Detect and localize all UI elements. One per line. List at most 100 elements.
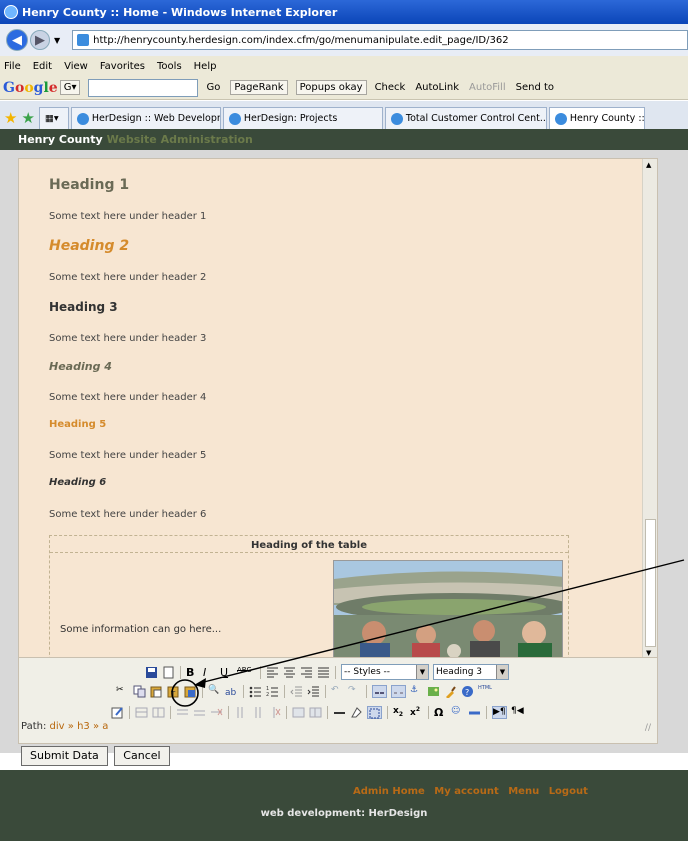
footer-link-menu[interactable]: Menu	[508, 786, 539, 797]
history-dropdown-icon[interactable]: ▼	[54, 36, 60, 45]
tab-herdesign-projects[interactable]: HerDesign: Projects	[222, 107, 383, 129]
footer-link-admin-home[interactable]: Admin Home	[353, 786, 425, 797]
paste-icon[interactable]	[150, 685, 163, 698]
back-button[interactable]: ◀	[6, 29, 28, 51]
google-menu-button[interactable]: G▾	[59, 80, 81, 95]
ltr-icon[interactable]: ▶¶	[492, 706, 507, 719]
content-table[interactable]: Heading of the table Some information ca…	[49, 535, 569, 657]
menu-file[interactable]: File	[4, 61, 21, 72]
paste-text-icon[interactable]: T	[167, 685, 180, 698]
address-bar[interactable]: http://henrycounty.herdesign.com/index.c…	[72, 30, 688, 50]
horizontal-rule-icon[interactable]	[333, 706, 346, 719]
italic-icon[interactable]: I	[203, 666, 216, 679]
redo-icon[interactable]: ↷	[348, 685, 361, 698]
insert-col-after-icon[interactable]	[251, 706, 264, 719]
heading-2[interactable]: Heading 2	[49, 238, 129, 254]
table-row-props-icon[interactable]	[135, 706, 148, 719]
rich-text-editor[interactable]: Heading 1 Some text here under header 1 …	[18, 158, 658, 658]
unlink-icon[interactable]	[391, 685, 406, 698]
menu-favorites[interactable]: Favorites	[100, 61, 145, 72]
save-icon[interactable]	[145, 666, 158, 679]
anchor-icon[interactable]: ⚓	[410, 685, 423, 698]
insert-hr-icon[interactable]	[468, 706, 481, 719]
outdent-icon[interactable]	[290, 685, 303, 698]
find-icon[interactable]: 🔍	[208, 685, 221, 698]
insert-col-before-icon[interactable]	[234, 706, 247, 719]
indent-icon[interactable]	[307, 685, 320, 698]
superscript-icon[interactable]: x2	[410, 706, 423, 719]
rtl-icon[interactable]: ¶◀	[511, 706, 524, 719]
align-justify-icon[interactable]	[317, 666, 330, 679]
cancel-button[interactable]: Cancel	[114, 746, 170, 766]
footer-link-logout[interactable]: Logout	[549, 786, 588, 797]
new-document-icon[interactable]	[162, 666, 175, 679]
undo-icon[interactable]: ↶	[331, 685, 344, 698]
check-button[interactable]: Check	[375, 82, 406, 93]
strikethrough-icon[interactable]: ABC	[237, 666, 255, 679]
heading-4[interactable]: Heading 4	[49, 360, 112, 373]
paragraph-4[interactable]: Some text here under header 4	[49, 392, 206, 403]
menu-edit[interactable]: Edit	[33, 61, 52, 72]
align-center-icon[interactable]	[283, 666, 296, 679]
menu-help[interactable]: Help	[194, 61, 217, 72]
path-item-h3[interactable]: h3	[77, 721, 90, 732]
split-cells-icon[interactable]	[292, 706, 305, 719]
paragraph-3[interactable]: Some text here under header 3	[49, 333, 206, 344]
tab-herdesign-web[interactable]: HerDesign :: Web Developm...	[70, 107, 221, 129]
remove-format-icon[interactable]	[350, 706, 363, 719]
scroll-up-icon[interactable]: ▲	[646, 161, 651, 169]
paragraph-5[interactable]: Some text here under header 5	[49, 450, 206, 461]
bold-icon[interactable]: B	[186, 666, 199, 679]
google-go-button[interactable]: Go	[206, 82, 220, 93]
paragraph-1[interactable]: Some text here under header 1	[49, 211, 206, 222]
help-icon[interactable]: ?	[461, 685, 474, 698]
scrollbar-thumb[interactable]	[645, 519, 656, 647]
edit-css-icon[interactable]	[111, 706, 124, 719]
heading-5[interactable]: Heading 5	[49, 419, 106, 430]
delete-col-icon[interactable]	[268, 706, 281, 719]
styles-select[interactable]: -- Styles -- ▼	[341, 664, 429, 680]
racetrack-photo[interactable]	[333, 560, 563, 657]
bullet-list-icon[interactable]	[249, 685, 262, 698]
align-right-icon[interactable]	[300, 666, 313, 679]
add-favorites-icon[interactable]: ★	[21, 107, 34, 129]
delete-row-icon[interactable]	[210, 706, 223, 719]
heading-3[interactable]: Heading 3	[49, 300, 118, 314]
pagerank-button[interactable]: PageRank	[230, 80, 288, 95]
subscript-icon[interactable]: x2	[393, 706, 406, 719]
insert-row-after-icon[interactable]	[193, 706, 206, 719]
cut-icon[interactable]: ✂	[116, 685, 129, 698]
merge-cells-icon[interactable]	[309, 706, 322, 719]
heading-1[interactable]: Heading 1	[49, 177, 129, 193]
heading-6[interactable]: Heading 6	[49, 477, 106, 488]
sendto-button[interactable]: Send to	[516, 82, 554, 93]
image-icon[interactable]	[427, 685, 440, 698]
tab-total-customer[interactable]: Total Customer Control Cent...	[384, 107, 547, 129]
table-heading[interactable]: Heading of the table	[50, 536, 568, 553]
quick-tabs-button[interactable]: ▦▾	[38, 107, 69, 129]
format-select[interactable]: Heading 3 ▼	[433, 664, 509, 680]
editor-scrollbar[interactable]: ▲ ▼	[642, 159, 657, 657]
link-icon[interactable]	[372, 685, 387, 698]
html-source-icon[interactable]: HTML	[478, 685, 492, 698]
autofill-button[interactable]: AutoFill	[469, 82, 506, 93]
menu-view[interactable]: View	[64, 61, 88, 72]
footer-link-my-account[interactable]: My account	[434, 786, 498, 797]
submit-data-button[interactable]: Submit Data	[21, 746, 108, 766]
align-left-icon[interactable]	[266, 666, 279, 679]
emotion-icon[interactable]: ☺	[451, 706, 464, 719]
forward-button[interactable]: ▶	[30, 30, 50, 50]
underline-icon[interactable]: U	[220, 666, 233, 679]
path-item-div[interactable]: div	[50, 721, 65, 732]
paragraph-2[interactable]: Some text here under header 2	[49, 272, 206, 283]
paragraph-6[interactable]: Some text here under header 6	[49, 509, 206, 520]
insert-row-before-icon[interactable]	[176, 706, 189, 719]
numbered-list-icon[interactable]: 12	[266, 685, 279, 698]
scroll-down-icon[interactable]: ▼	[646, 649, 651, 657]
cleanup-icon[interactable]	[444, 685, 457, 699]
paste-word-icon[interactable]	[184, 685, 197, 698]
tab-henry-county[interactable]: Henry County ::	[548, 107, 645, 129]
table-cell-text[interactable]: Some information can go here...	[60, 624, 221, 635]
autolink-button[interactable]: AutoLink	[415, 82, 459, 93]
path-item-a[interactable]: a	[102, 721, 108, 732]
